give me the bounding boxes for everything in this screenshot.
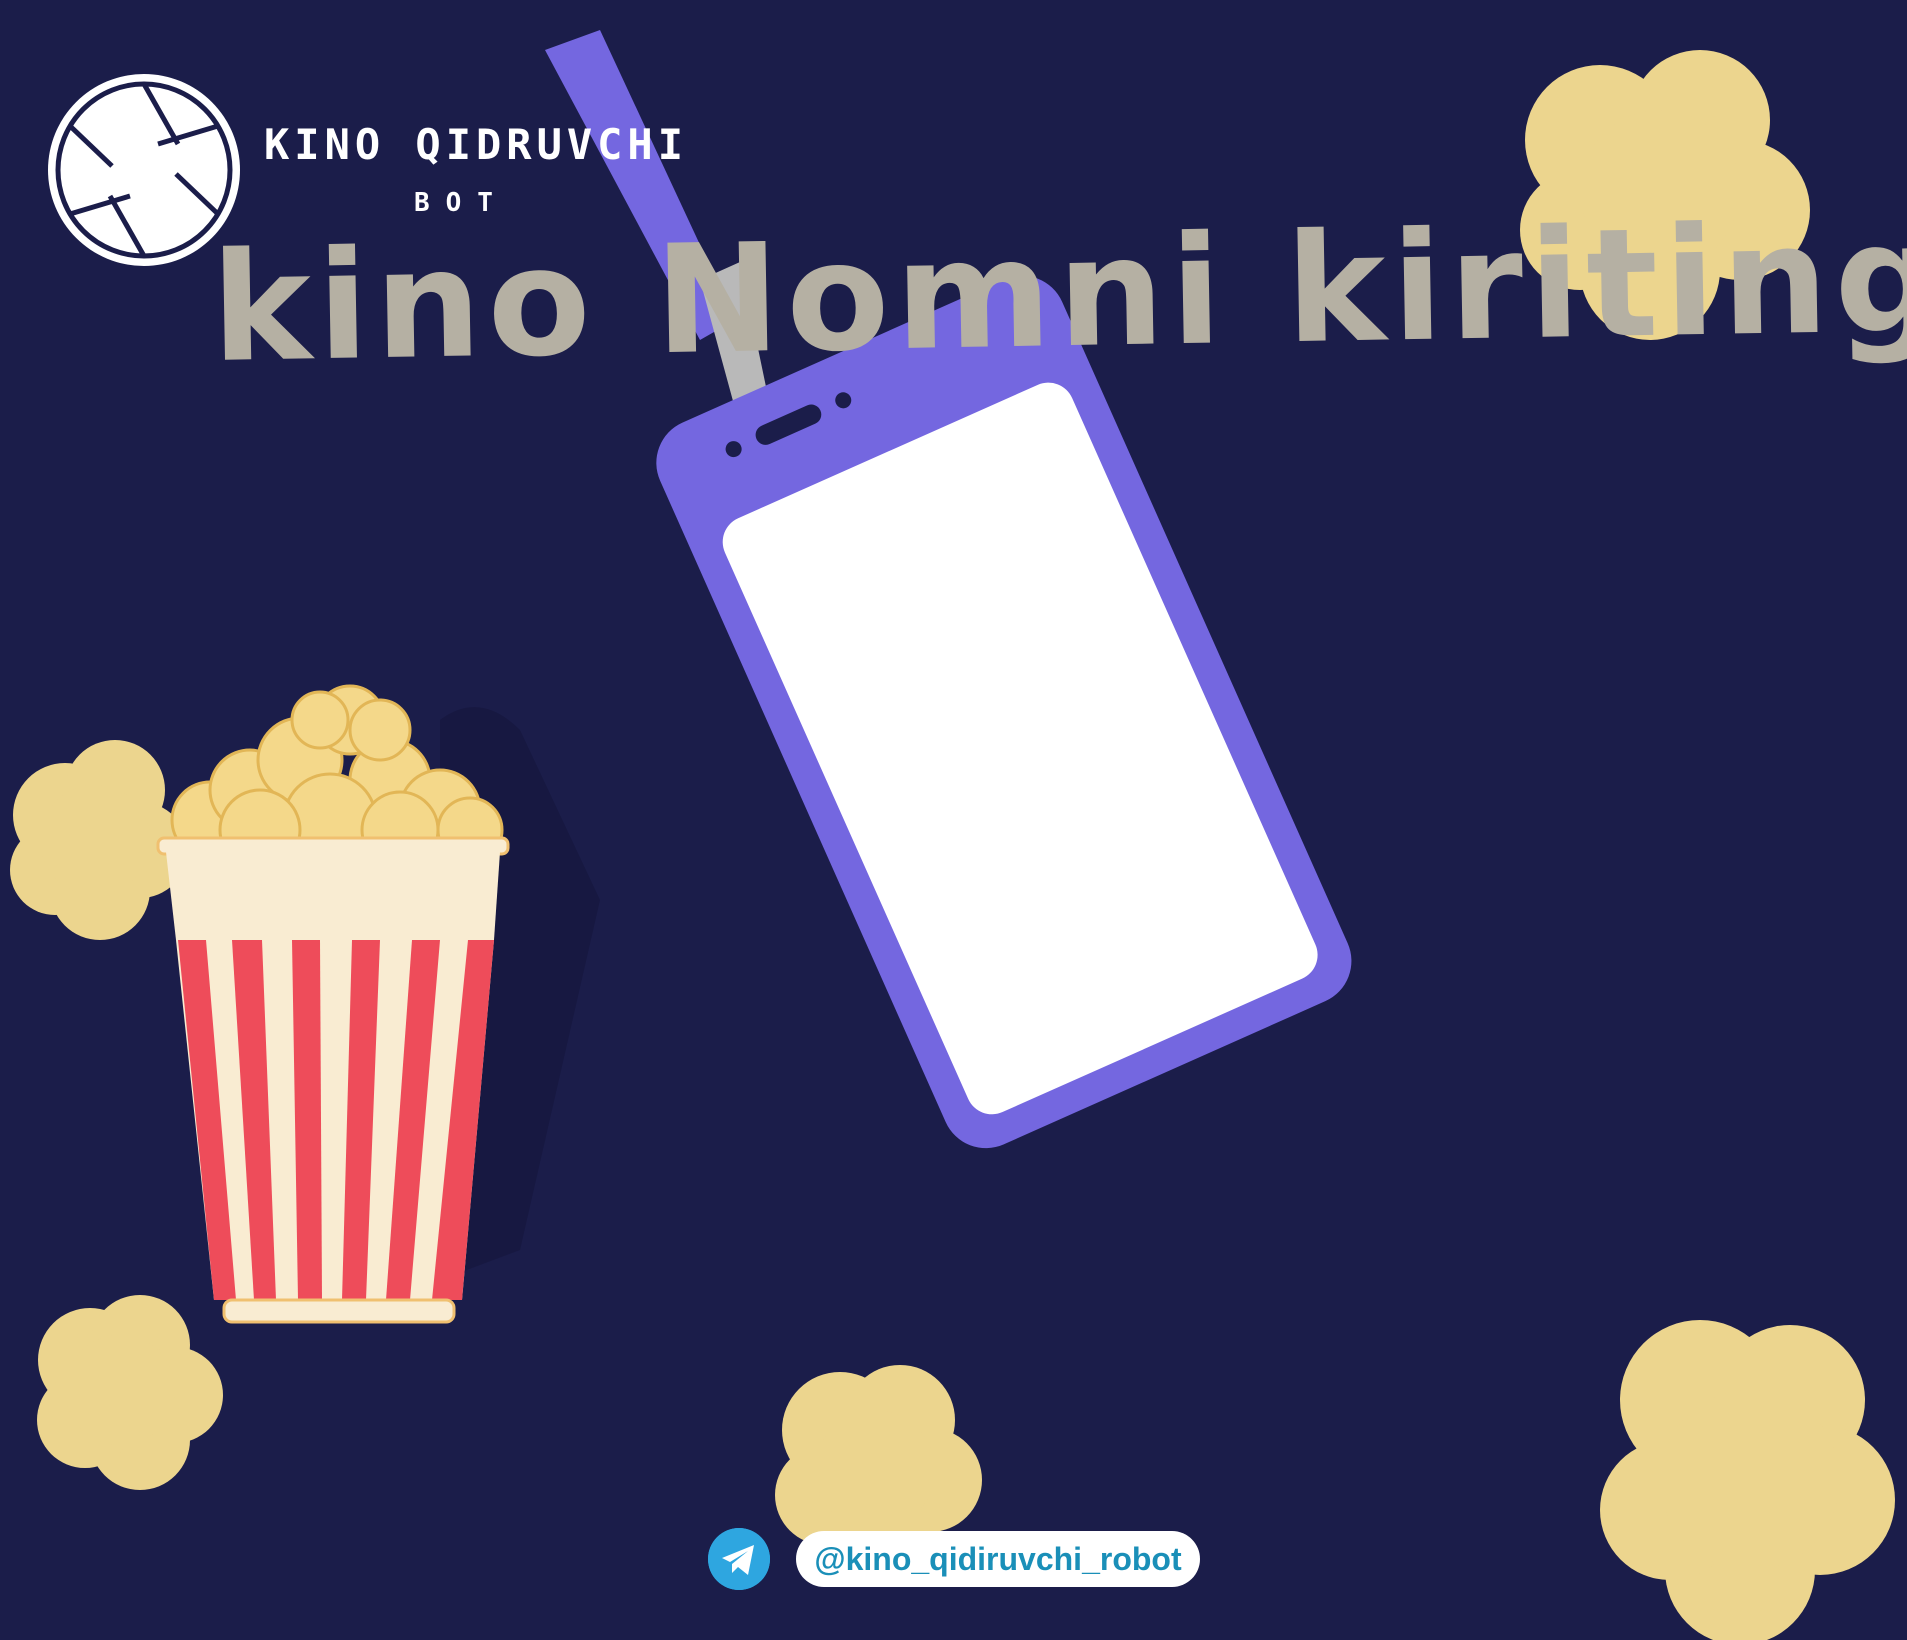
popcorn-puff-bottom-left: [37, 1295, 223, 1490]
telegram-icon[interactable]: [708, 1528, 770, 1590]
popcorn-bucket: [156, 684, 510, 1324]
brand-subtitle: BOT: [414, 188, 509, 218]
headline: kino Nomni kiriting: [210, 191, 1907, 396]
bucket-base: [222, 1298, 456, 1324]
brand-name: KINO QIDRUVCHI: [264, 120, 689, 169]
telegram-handle[interactable]: @kino_qidiruvchi_robot: [708, 1528, 1236, 1590]
popcorn-puff-bottom-right: [1600, 1320, 1895, 1640]
bucket-upper: [166, 852, 500, 940]
poster: KINO QIDRUVCHI BOT kino Nomni kiriting @…: [0, 0, 1907, 1640]
telegram-handle-label[interactable]: @kino_qidiruvchi_robot: [796, 1531, 1200, 1587]
bucket-rim: [156, 836, 510, 856]
